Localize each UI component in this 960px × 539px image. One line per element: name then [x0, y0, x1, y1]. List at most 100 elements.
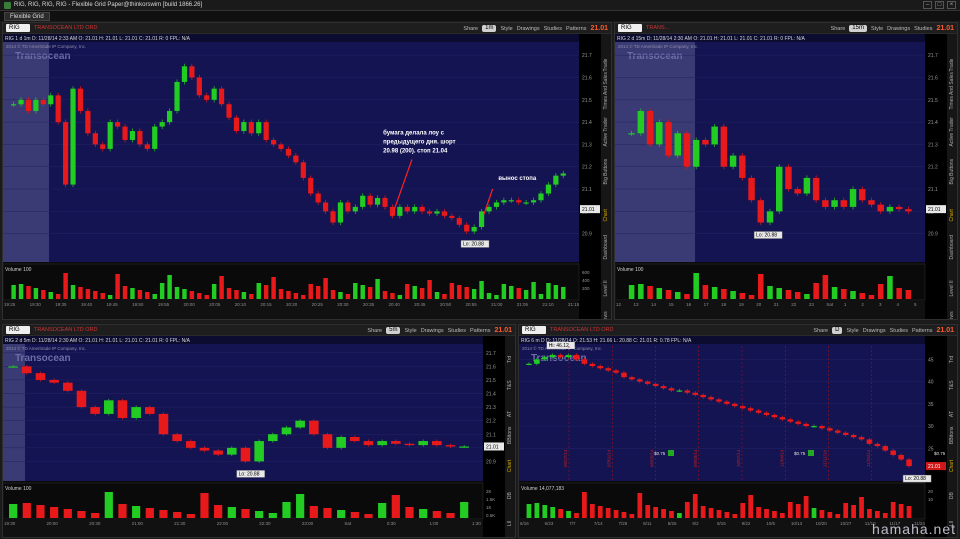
time-tick-label: 20:30: [337, 302, 349, 307]
volume-bar: [558, 509, 564, 518]
side-tab-chart[interactable]: Chart: [949, 187, 955, 221]
side-tab-t-s[interactable]: T&S: [507, 366, 513, 391]
minimize-button[interactable]: –: [923, 1, 932, 9]
share-button[interactable]: Share: [813, 328, 828, 334]
patterns-button[interactable]: Patterns: [470, 328, 490, 334]
side-tab-dashboard[interactable]: Dashboard: [603, 225, 609, 259]
share-button[interactable]: Share: [367, 328, 382, 334]
side-tab-chart[interactable]: Chart: [603, 187, 609, 221]
studies-button[interactable]: Studies: [890, 328, 908, 334]
patterns-button[interactable]: Patterns: [912, 328, 932, 334]
dividend-icon[interactable]: [808, 450, 814, 456]
side-tab-active-trader[interactable]: Active Trader: [949, 112, 955, 146]
volume-plot-area[interactable]: [519, 482, 926, 520]
drawings-button[interactable]: Drawings: [863, 328, 886, 334]
chart-canvas-p1[interactable]: RIG 1 d 1m D: 11/28/14 2:33 AM O: 21.01 …: [3, 34, 601, 320]
patterns-button[interactable]: Patterns: [566, 26, 586, 32]
candle-body: [360, 195, 366, 207]
candle-body: [104, 400, 114, 414]
volume-bar: [841, 289, 847, 299]
candle-body: [464, 224, 470, 232]
candle-body: [895, 206, 903, 210]
volume-bar: [764, 509, 769, 518]
symbol-selector[interactable]: RIG: [6, 24, 30, 32]
share-button[interactable]: Share: [831, 26, 846, 32]
volume-bar: [553, 285, 559, 299]
price-plot-area[interactable]: [3, 34, 579, 262]
aggregation-selector[interactable]: 5m: [386, 327, 401, 334]
side-tab-chart[interactable]: Chart: [507, 448, 513, 471]
candle-body: [646, 110, 654, 145]
side-tab-trade[interactable]: Trade: [949, 37, 955, 72]
candle-body: [652, 383, 659, 387]
style-button[interactable]: Style: [500, 26, 512, 32]
dividend-icon[interactable]: [668, 450, 674, 456]
candle-body: [25, 99, 32, 111]
side-tab-level-ii[interactable]: Level II: [949, 262, 955, 296]
aggregation-selector[interactable]: 1m: [482, 25, 497, 32]
side-tab-live-news[interactable]: Live News: [949, 300, 955, 319]
studies-button[interactable]: Studies: [448, 328, 466, 334]
time-tick-label: 1:00: [429, 521, 438, 526]
side-tab-trade[interactable]: Trade: [603, 37, 609, 72]
volume-bar: [255, 511, 264, 518]
side-tab-news[interactable]: News: [507, 529, 513, 537]
symbol-selector[interactable]: RIG: [522, 326, 546, 334]
close-button[interactable]: ×: [947, 1, 956, 9]
side-tab-times-and-sales[interactable]: Times And Sales: [603, 72, 609, 109]
studies-button[interactable]: Studies: [914, 26, 932, 32]
side-tab-db[interactable]: DB: [507, 475, 513, 499]
candle-body: [523, 202, 529, 204]
side-tab-trd[interactable]: Trd: [507, 339, 513, 363]
time-tick-label: 21:00: [491, 302, 503, 307]
side-tab-level-ii[interactable]: Level II: [603, 262, 609, 296]
volume-bar: [26, 286, 31, 299]
side-tab-chart[interactable]: Chart: [949, 448, 955, 471]
volume-bar: [93, 291, 98, 299]
side-tab-big-buttons[interactable]: Big Buttons: [949, 150, 955, 184]
side-tab-times-and-sales[interactable]: Times And Sales: [949, 72, 955, 109]
time-tick-label: 7/14: [594, 521, 603, 526]
side-tab-live-news[interactable]: Live News: [603, 300, 609, 319]
share-button[interactable]: Share: [463, 26, 478, 32]
chart-canvas-p2[interactable]: RIG 2 d 15m D: 11/28/14 2:30 AM O: 21.01…: [615, 34, 947, 320]
volume-bar: [50, 507, 59, 518]
side-tab-lii[interactable]: LII: [507, 502, 513, 526]
last-price: 21.01: [494, 327, 512, 334]
side-tab-bbttons[interactable]: BBttons: [949, 420, 955, 445]
style-button[interactable]: Style: [404, 328, 416, 334]
side-tab-big-buttons[interactable]: Big Buttons: [603, 150, 609, 184]
style-button[interactable]: Style: [871, 26, 883, 32]
aggregation-selector[interactable]: D: [832, 327, 843, 334]
candle-body: [404, 206, 410, 212]
candle-body: [285, 148, 292, 156]
side-tab-at[interactable]: AT: [949, 393, 955, 417]
side-tab-bbttons[interactable]: BBttons: [507, 420, 513, 445]
tab-flexible-grid[interactable]: Flexible Grid: [4, 11, 50, 21]
time-tick-label: 20:40: [389, 302, 401, 307]
maximize-button[interactable]: □: [935, 1, 944, 9]
side-tab-at[interactable]: AT: [507, 393, 513, 417]
side-tab-t-s[interactable]: T&S: [949, 366, 955, 391]
drawings-button[interactable]: Drawings: [517, 26, 540, 32]
chart-canvas-p3[interactable]: RIG 2 d 5m D: 11/28/14 2:30 AM O: 21.01 …: [3, 336, 505, 538]
aggregation-selector[interactable]: 15m: [849, 25, 867, 32]
chart-canvas-p4[interactable]: RIG 6 m D D: 11/28/14 O: 21.53 H: 21.66 …: [519, 336, 947, 538]
volume-bar: [130, 288, 135, 299]
extended-hours-shading: [615, 42, 695, 262]
candle-body: [656, 122, 663, 145]
symbol-selector[interactable]: RIG: [618, 24, 642, 32]
studies-button[interactable]: Studies: [544, 26, 562, 32]
drawings-button[interactable]: Drawings: [421, 328, 444, 334]
side-tab-db[interactable]: DB: [949, 475, 955, 499]
style-button[interactable]: Style: [846, 328, 858, 334]
side-tab-active-trader[interactable]: Active Trader: [603, 112, 609, 146]
side-tab-dashboard[interactable]: Dashboard: [949, 225, 955, 259]
side-tab-trd[interactable]: Trd: [949, 339, 955, 363]
time-axis[interactable]: [3, 519, 483, 538]
symbol-selector[interactable]: RIG: [6, 326, 30, 334]
candle-body: [542, 357, 548, 360]
candle-body: [868, 200, 875, 205]
drawings-button[interactable]: Drawings: [887, 26, 910, 32]
price-axis[interactable]: [925, 336, 947, 538]
